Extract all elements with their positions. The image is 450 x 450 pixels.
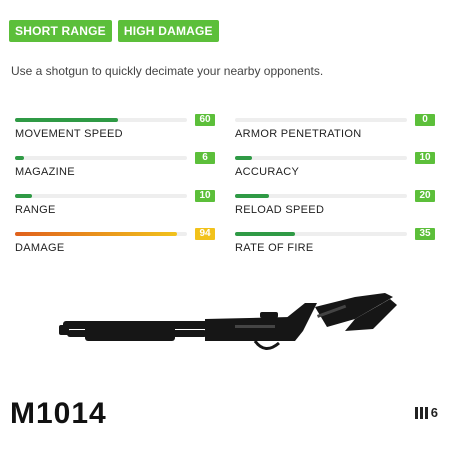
stat-fill bbox=[235, 232, 296, 236]
stat-track bbox=[15, 156, 187, 160]
stat-fill bbox=[235, 194, 270, 198]
stat-label: DAMAGE bbox=[15, 242, 65, 254]
stat-track bbox=[15, 118, 187, 122]
stat-track bbox=[235, 232, 407, 236]
stats-panel: 60 MOVEMENT SPEED 0 ARMOR PENETRATION 6 … bbox=[15, 114, 440, 264]
stat-value-badge: 20 bbox=[415, 190, 435, 202]
ammo-bars-icon bbox=[414, 406, 428, 419]
weapon-name: M1014 bbox=[10, 397, 107, 430]
weapon-tags: SHORT RANGE HIGH DAMAGE bbox=[9, 20, 219, 42]
ammo-indicator: 6 bbox=[414, 405, 438, 420]
stat-reload-speed: 20 RELOAD SPEED bbox=[235, 190, 435, 220]
tag-high-damage: HIGH DAMAGE bbox=[117, 20, 219, 42]
stat-label: ACCURACY bbox=[235, 166, 300, 178]
stat-damage: 94 DAMAGE bbox=[15, 228, 215, 258]
weapon-image bbox=[55, 285, 405, 365]
stat-track bbox=[235, 118, 407, 122]
stat-accuracy: 10 ACCURACY bbox=[235, 152, 435, 182]
stat-value-badge: 94 bbox=[195, 228, 215, 240]
stat-rate-of-fire: 35 RATE OF FIRE bbox=[235, 228, 435, 258]
stat-track bbox=[235, 156, 407, 160]
stat-track bbox=[15, 194, 187, 198]
stat-movement-speed: 60 MOVEMENT SPEED bbox=[15, 114, 215, 144]
stat-label: ARMOR PENETRATION bbox=[235, 128, 362, 140]
stat-value-badge: 10 bbox=[415, 152, 435, 164]
stat-label: MOVEMENT SPEED bbox=[15, 128, 123, 140]
stat-label: MAGAZINE bbox=[15, 166, 75, 178]
stat-armor-penetration: 0 ARMOR PENETRATION bbox=[235, 114, 435, 144]
stat-track bbox=[235, 194, 407, 198]
stat-track bbox=[15, 232, 187, 236]
stat-value-badge: 0 bbox=[415, 114, 435, 126]
stat-fill bbox=[15, 118, 119, 122]
stat-fill bbox=[15, 232, 177, 236]
tag-short-range: SHORT RANGE bbox=[9, 20, 112, 42]
stat-label: RANGE bbox=[15, 204, 56, 216]
stat-range: 10 RANGE bbox=[15, 190, 215, 220]
weapon-description: Use a shotgun to quickly decimate your n… bbox=[11, 64, 324, 78]
stat-value-badge: 35 bbox=[415, 228, 435, 240]
stat-magazine: 6 MAGAZINE bbox=[15, 152, 215, 182]
stat-label: RELOAD SPEED bbox=[235, 204, 325, 216]
stat-fill bbox=[15, 156, 24, 160]
stat-label: RATE OF FIRE bbox=[235, 242, 314, 254]
ammo-count: 6 bbox=[430, 405, 438, 420]
stat-value-badge: 6 bbox=[195, 152, 215, 164]
stat-value-badge: 60 bbox=[195, 114, 215, 126]
shotgun-icon bbox=[59, 293, 397, 350]
stat-value-badge: 10 bbox=[195, 190, 215, 202]
stat-fill bbox=[15, 194, 33, 198]
stat-fill bbox=[235, 156, 253, 160]
